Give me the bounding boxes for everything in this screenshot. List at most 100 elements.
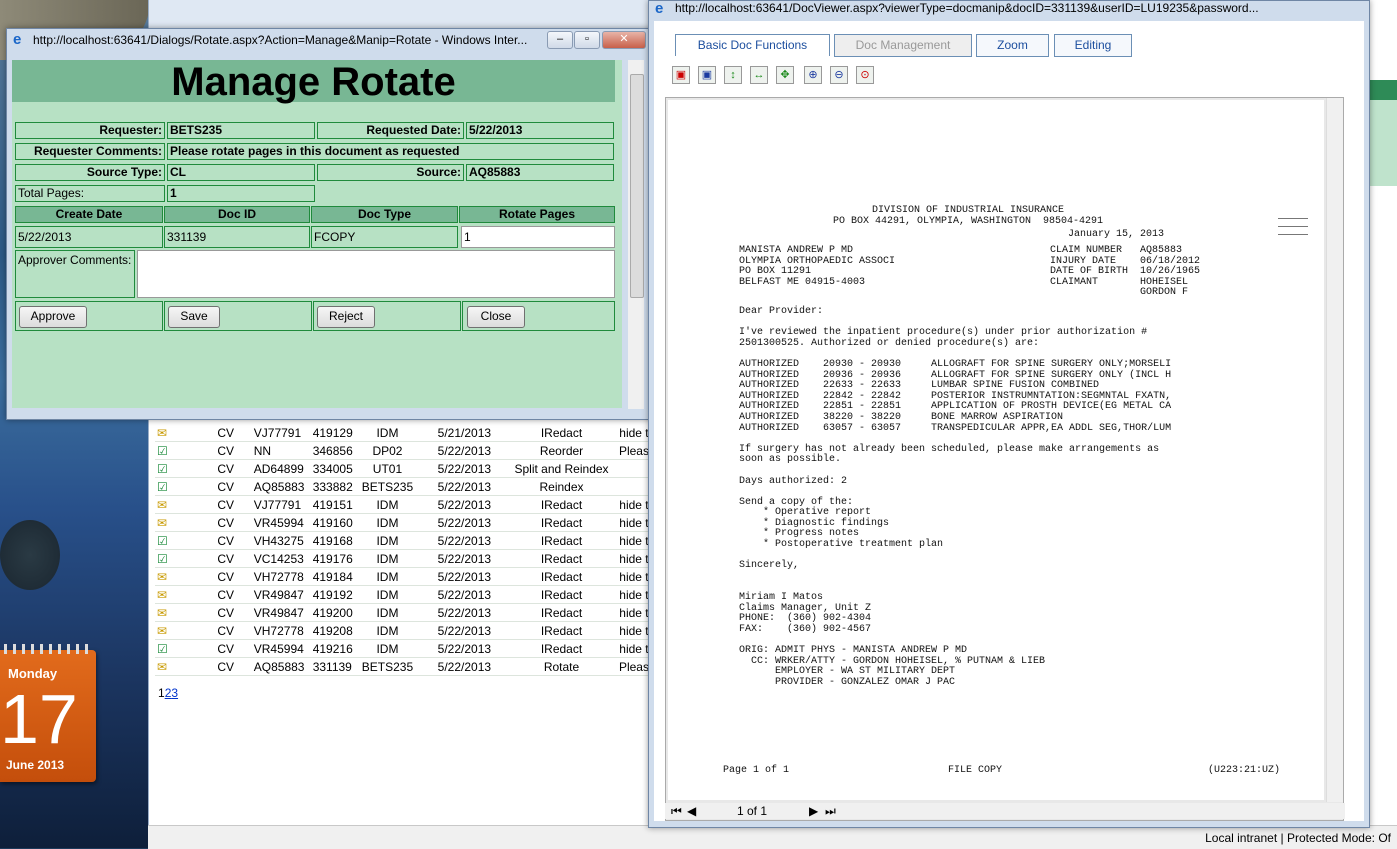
column-header-doc-id: Doc ID xyxy=(164,206,310,223)
scrollbar-thumb[interactable] xyxy=(630,74,644,298)
cell-doc-id: 419129 xyxy=(310,424,357,442)
rotate-right-icon[interactable]: ▣ xyxy=(698,66,716,84)
doc-viewer-titlebar[interactable]: e http://localhost:63641/DocViewer.aspx?… xyxy=(649,1,1369,19)
cell-type: CV xyxy=(199,441,252,460)
table-row[interactable]: ✉ CV VJ77791 419129 IDM 5/21/2013 IRedact hide … xyxy=(155,424,655,442)
next-page-icon[interactable]: ▶ xyxy=(809,804,818,818)
document-frame: DIVISION OF INDUSTRIAL INSURANCE PO BOX … xyxy=(665,97,1344,821)
row-status-icon: ☑ xyxy=(155,477,200,496)
cell-date: 5/22/2013 xyxy=(418,585,511,604)
table-row[interactable]: ☑ CV VR45994 419216 IDM 5/22/2013 IRedact hide … xyxy=(155,639,655,658)
maximize-button[interactable]: ▫ xyxy=(574,31,600,49)
rotate-dialog-titlebar[interactable]: e http://localhost:63641/Dialogs/Rotate.… xyxy=(7,29,651,51)
table-row[interactable]: ✉ CV VH72778 419184 IDM 5/22/2013 IRedact hide … xyxy=(155,567,655,586)
cell-claim: VH72778 xyxy=(251,567,311,586)
cell-type: CV xyxy=(199,549,252,568)
page-indicator: 1 of 1 xyxy=(737,804,768,818)
close-button[interactable]: Close xyxy=(467,306,525,328)
row-status-icon: ☑ xyxy=(155,441,200,460)
cell-claim: VR45994 xyxy=(251,639,311,658)
calendar-gadget[interactable]: Monday 17 June 2013 xyxy=(0,644,96,782)
table-row[interactable]: ☑ CV AD64899 334005 UT01 5/22/2013 Split and R… xyxy=(155,459,655,478)
table-row[interactable]: ✉ CV VR49847 419192 IDM 5/22/2013 IRedact hide … xyxy=(155,585,655,604)
cell-doc-type: IDM xyxy=(356,531,419,550)
cell-doc-id: 419176 xyxy=(310,549,357,568)
table-row[interactable]: ✉ CV AQ85883 331139 BETS235 5/22/2013 Rotate Pl… xyxy=(155,657,655,676)
table-row[interactable]: ✉ CV VR45994 419160 IDM 5/22/2013 IRedact hide … xyxy=(155,513,655,532)
page-title: Manage Rotate xyxy=(12,60,615,104)
table-row[interactable]: ☑ CV VH43275 419168 IDM 5/22/2013 IRedact hide … xyxy=(155,531,655,550)
requester-value: BETS235 xyxy=(167,122,315,139)
cell-doc-id: 346856 xyxy=(310,441,357,460)
minimize-button[interactable]: – xyxy=(547,31,573,49)
table-row[interactable]: ✉ CV VJ77791 419151 IDM 5/22/2013 IRedact hide … xyxy=(155,495,655,514)
flip-vertical-icon[interactable]: ↕ xyxy=(724,66,742,84)
checkmark-icon: ☑ xyxy=(157,533,168,548)
menu-lines-icon[interactable] xyxy=(1278,218,1308,244)
requester-label: Requester: xyxy=(15,122,165,139)
zoom-out-icon[interactable]: ⊖ xyxy=(830,66,848,84)
envelope-icon: ✉ xyxy=(157,497,168,512)
cell-type: CV xyxy=(199,531,252,550)
tab-basic-doc-functions[interactable]: Basic Doc Functions xyxy=(675,34,830,56)
row-status-icon: ✉ xyxy=(155,567,200,586)
tab-editing[interactable]: Editing xyxy=(1054,34,1132,57)
pager-link-3[interactable]: 3 xyxy=(171,686,178,700)
cell-action: Reindex xyxy=(510,477,613,496)
rotate-form: Manage Rotate Requester: BETS235 Request… xyxy=(12,60,622,408)
table-row[interactable]: ☑ CV NN 346856 DP02 5/22/2013 Reorder Pleas xyxy=(155,441,655,460)
table-row[interactable]: ☑ CV AQ85883 333882 BETS235 5/22/2013 Reindex xyxy=(155,477,655,496)
cell-claim: AQ85883 xyxy=(251,657,311,676)
approve-button[interactable]: Approve xyxy=(19,306,87,328)
doc-footer-page: Page 1 of 1 xyxy=(723,765,790,776)
reject-button[interactable]: Reject xyxy=(317,306,375,328)
cell-claim: VJ77791 xyxy=(251,424,311,442)
first-page-icon[interactable]: ⏮ xyxy=(671,804,682,819)
column-header-doc-type: Doc Type xyxy=(311,206,458,223)
cell-doc-type: IDM xyxy=(356,567,419,586)
prev-page-icon[interactable]: ◀ xyxy=(687,804,696,818)
cell-doc-type: IDM xyxy=(356,495,419,514)
last-page-icon[interactable]: ⏭ xyxy=(825,804,836,819)
pan-icon[interactable]: ✥ xyxy=(776,66,794,84)
calendar-rings xyxy=(4,644,92,654)
document-scrollbar[interactable] xyxy=(1326,98,1343,802)
cell-type: CV xyxy=(199,621,252,640)
rotate-pages-input[interactable]: 1 xyxy=(461,226,615,248)
status-bar: Local intranet | Protected Mode: Of xyxy=(148,825,1397,849)
table-row[interactable]: ☑ CV VC14253 419176 IDM 5/22/2013 IRedact hide … xyxy=(155,549,655,568)
flip-horizontal-icon[interactable]: ↔ xyxy=(750,66,768,84)
table-row[interactable]: ✉ CV VH72778 419208 IDM 5/22/2013 IRedact hide … xyxy=(155,621,655,640)
background-window-edge xyxy=(1370,0,1397,825)
rotate-dialog-title: http://localhost:63641/Dialogs/Rotate.as… xyxy=(33,33,528,47)
row-doc-type: FCOPY xyxy=(311,226,458,248)
doc-claim-info: CLAIM NUMBER AQ85883 INJURY DATE 06/18/2… xyxy=(1050,245,1201,299)
zoom-fit-icon[interactable]: ⊙ xyxy=(856,66,874,84)
tab-doc-management[interactable]: Doc Management xyxy=(834,34,972,57)
cell-type: CV xyxy=(199,477,252,496)
row-status-icon: ✉ xyxy=(155,657,200,676)
tab-zoom[interactable]: Zoom xyxy=(976,34,1049,57)
total-pages-value: 1 xyxy=(167,185,315,202)
cell-type: CV xyxy=(199,585,252,604)
work-queue-grid: ✉ CV VJ77791 419129 IDM 5/21/2013 IRedact hide … xyxy=(155,424,655,676)
save-button[interactable]: Save xyxy=(168,306,220,328)
checkmark-icon: ☑ xyxy=(157,461,168,476)
rotate-dialog-scrollbar[interactable] xyxy=(628,60,644,409)
close-window-button[interactable]: ✕ xyxy=(602,31,646,49)
cell-action: Reorder xyxy=(510,441,613,460)
zoom-in-icon[interactable]: ⊕ xyxy=(804,66,822,84)
requested-date-value: 5/22/2013 xyxy=(466,122,614,139)
cell-claim: VJ77791 xyxy=(251,495,311,514)
checkmark-icon: ☑ xyxy=(157,479,168,494)
cell-claim: VH43275 xyxy=(251,531,311,550)
cell-doc-id: 419160 xyxy=(310,513,357,532)
cell-action: IRedact xyxy=(510,603,613,622)
cell-claim: VR49847 xyxy=(251,603,311,622)
cell-type: CV xyxy=(199,639,252,658)
approver-comments-textarea[interactable] xyxy=(137,250,615,298)
envelope-icon: ✉ xyxy=(157,659,168,674)
table-row[interactable]: ✉ CV VR49847 419200 IDM 5/22/2013 IRedact hide … xyxy=(155,603,655,622)
rotate-left-icon[interactable]: ▣ xyxy=(672,66,690,84)
doc-viewer-content: Basic Doc Functions Doc Management Zoom … xyxy=(654,21,1364,821)
